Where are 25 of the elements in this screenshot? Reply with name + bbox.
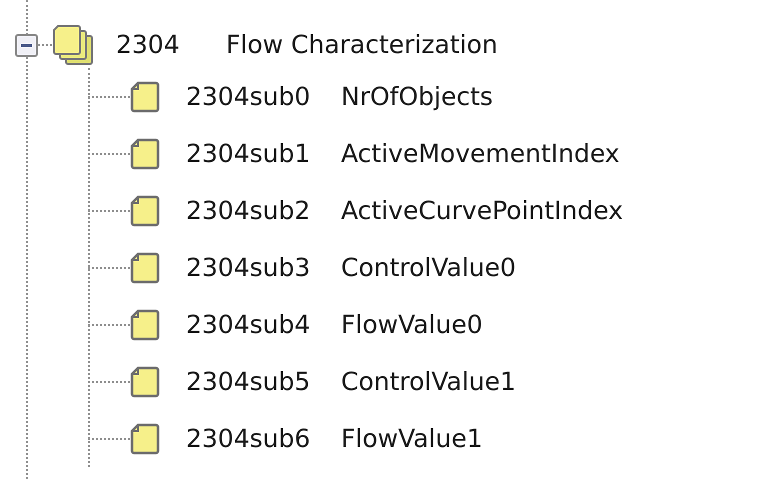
node-index: 2304sub2 [186, 194, 312, 227]
node-label: ActiveCurvePointIndex [341, 194, 623, 227]
document-icon [130, 194, 160, 226]
node-label: Flow Characterization [226, 29, 498, 62]
document-icon [130, 422, 160, 454]
node-index: 2304sub3 [186, 252, 312, 284]
node-label: FlowValue0 [341, 308, 483, 341]
node-index: 2304sub5 [186, 366, 312, 398]
node-index: 2304sub4 [186, 308, 312, 341]
documents-stack-icon [52, 24, 94, 66]
node-index: 2304sub6 [186, 422, 312, 455]
node-index: 2304 [116, 29, 181, 62]
node-label: ActiveMovementIndex [341, 138, 620, 170]
node-label: NrOfObjects [341, 80, 493, 113]
node-index: 2304sub1 [186, 138, 312, 170]
document-icon [130, 138, 160, 170]
document-icon [130, 366, 160, 398]
node-label: ControlValue0 [341, 252, 516, 284]
node-index: 2304sub0 [186, 80, 312, 113]
node-label: ControlValue1 [341, 366, 516, 398]
document-icon [130, 308, 160, 340]
node-label: FlowValue1 [341, 422, 483, 455]
document-icon [130, 80, 160, 112]
document-icon [130, 252, 160, 284]
collapse-toggle[interactable] [15, 34, 38, 56]
